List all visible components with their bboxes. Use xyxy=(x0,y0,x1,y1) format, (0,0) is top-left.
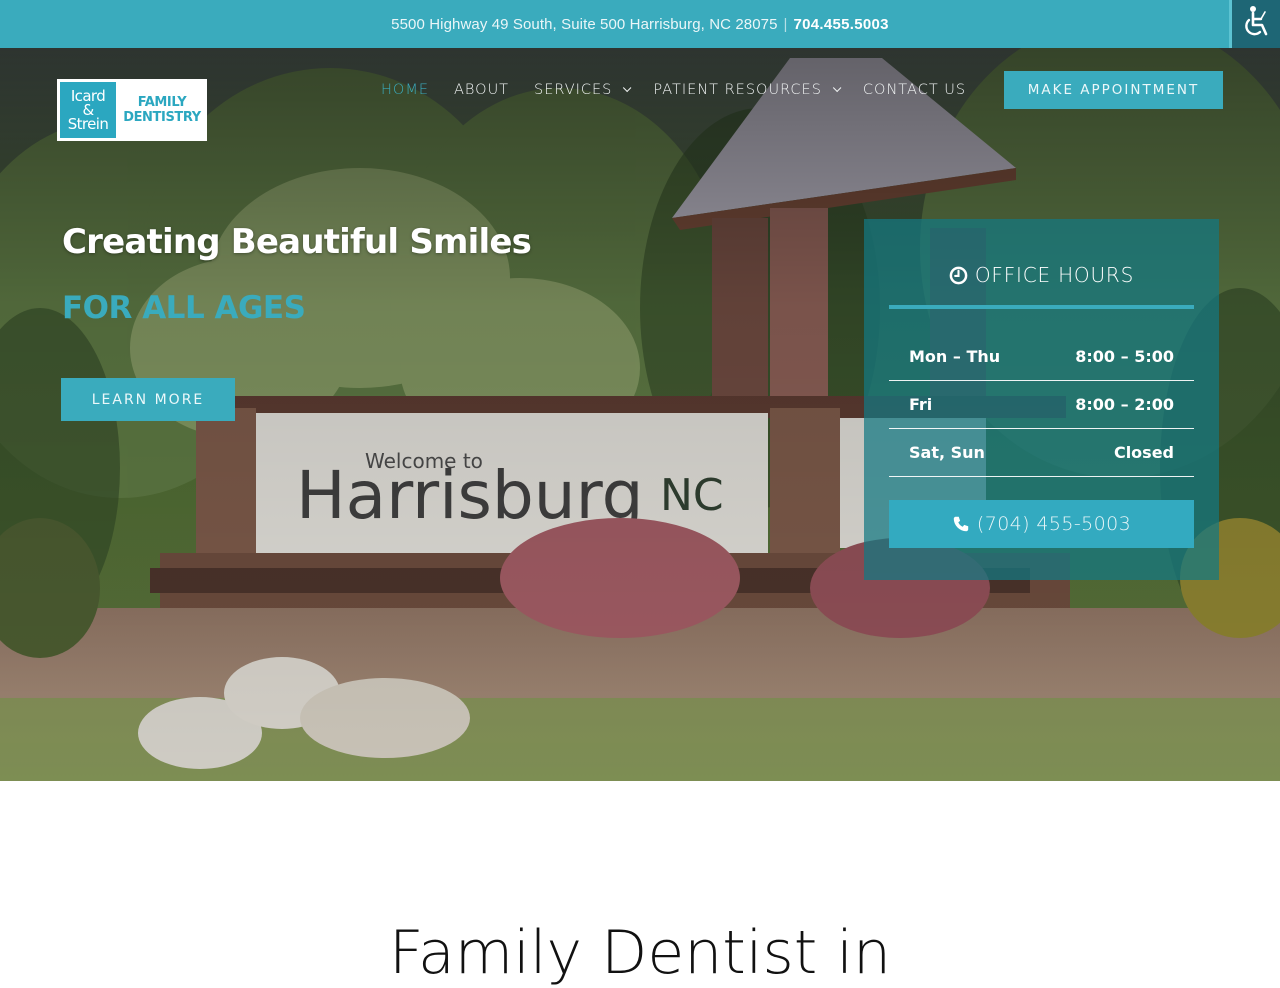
nav-item-home[interactable]: HOME xyxy=(381,82,429,98)
hours-time: Closed xyxy=(1113,443,1174,462)
site-logo[interactable]: Icard & Strein FAMILY DENTISTRY xyxy=(57,79,207,141)
hours-row: Sat, Sun Closed xyxy=(889,429,1194,477)
top-phone-link[interactable]: 704.455.5003 xyxy=(793,16,888,33)
hours-row: Fri 8:00 – 2:00 xyxy=(889,381,1194,429)
hours-time: 8:00 – 5:00 xyxy=(1075,347,1174,366)
separator: | xyxy=(783,15,788,33)
hours-time: 8:00 – 2:00 xyxy=(1075,395,1174,414)
phone-icon xyxy=(952,515,970,533)
office-hours-heading: OFFICE HOURS xyxy=(864,263,1219,287)
nav-label: SERVICES xyxy=(534,82,613,98)
nav-item-services[interactable]: SERVICES xyxy=(534,82,632,98)
call-phone-button[interactable]: (704) 455-5003 xyxy=(889,500,1194,548)
make-appointment-button[interactable]: MAKE APPOINTMENT xyxy=(1004,71,1223,109)
office-hours-divider xyxy=(889,305,1194,309)
logo-wordmark: FAMILY DENTISTRY xyxy=(118,80,206,140)
nav-item-about[interactable]: ABOUT xyxy=(454,82,509,98)
chevron-down-icon xyxy=(623,83,632,93)
phone-number: (704) 455-5003 xyxy=(976,513,1132,535)
hours-days: Sat, Sun xyxy=(909,443,985,462)
logo-mark: Icard & Strein xyxy=(58,80,118,140)
accessibility-button[interactable] xyxy=(1229,0,1280,48)
hours-days: Fri xyxy=(909,395,933,414)
office-hours-title: OFFICE HOURS xyxy=(974,263,1135,287)
top-info-bar: 5500 Highway 49 South, Suite 500 Harrisb… xyxy=(0,0,1280,48)
nav-item-patient-resources[interactable]: PATIENT RESOURCES xyxy=(653,82,842,98)
main-nav: HOME ABOUT SERVICES PATIENT RESOURCES CO… xyxy=(381,78,991,102)
hours-row: Mon – Thu 8:00 – 5:00 xyxy=(889,333,1194,381)
hours-days: Mon – Thu xyxy=(909,347,1001,366)
wheelchair-icon xyxy=(1240,5,1272,43)
learn-more-button[interactable]: LEARN MORE xyxy=(61,378,235,421)
nav-label: HOME xyxy=(381,82,429,98)
nav-label: ABOUT xyxy=(454,82,510,98)
nav-item-contact-us[interactable]: CONTACT US xyxy=(863,82,966,98)
section-heading: Family Dentist in xyxy=(388,918,892,988)
nav-label: CONTACT US xyxy=(862,82,967,98)
clock-icon xyxy=(949,266,968,285)
hero-title: Creating Beautiful Smiles xyxy=(62,222,532,262)
logo-brand-line-2: DENTISTRY xyxy=(123,110,201,125)
address-text: 5500 Highway 49 South, Suite 500 Harrisb… xyxy=(391,15,778,33)
logo-line-3: Strein xyxy=(67,115,109,133)
chevron-down-icon xyxy=(832,83,842,93)
hero-subtitle: FOR ALL AGES xyxy=(62,290,306,326)
logo-brand-line-1: FAMILY xyxy=(137,95,187,110)
nav-label: PATIENT RESOURCES xyxy=(653,82,822,98)
office-hours-card: OFFICE HOURS Mon – Thu 8:00 – 5:00 Fri 8… xyxy=(864,219,1219,580)
